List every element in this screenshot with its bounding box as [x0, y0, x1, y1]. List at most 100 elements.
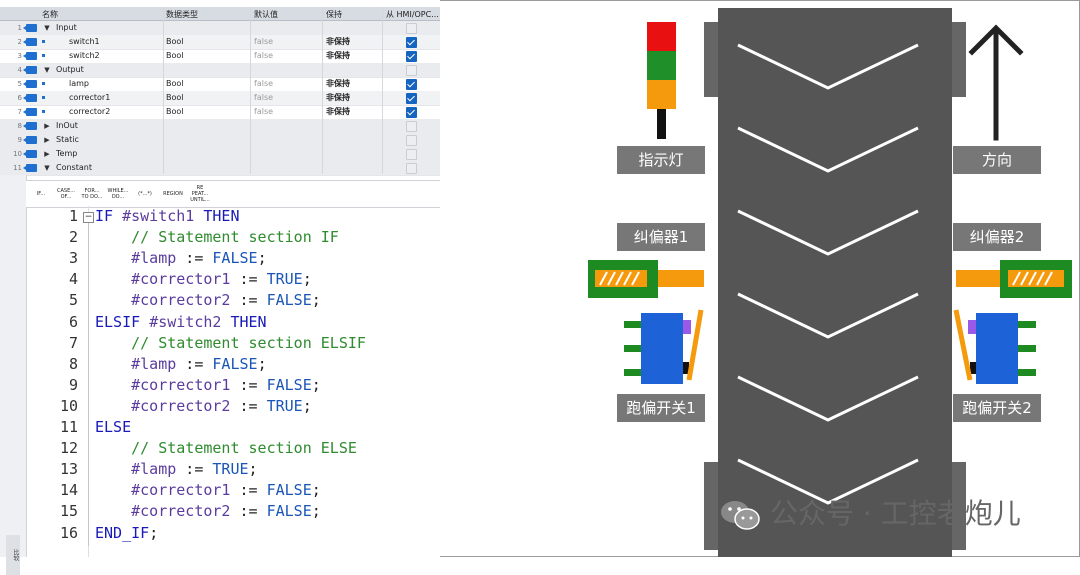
caret-down-icon[interactable]: ▼	[42, 63, 52, 77]
code-line[interactable]: IF #switch1 THEN	[95, 206, 240, 227]
variable-name[interactable]: corrector1	[69, 91, 161, 105]
watermark-text: 公众号 · 工控老炮儿	[770, 497, 1021, 530]
variable-datatype[interactable]: Bool	[166, 35, 248, 49]
code-line[interactable]: #lamp := FALSE;	[95, 248, 266, 269]
toolbar-instruction-button[interactable]: RE PEAT... UNTIL...	[188, 184, 212, 205]
code-line[interactable]: // Statement section ELSIF	[95, 333, 366, 354]
stack-light-green	[647, 51, 676, 80]
code-line[interactable]: ELSIF #switch2 THEN	[95, 312, 267, 333]
variable-datatype[interactable]: Bool	[166, 105, 248, 119]
table-section-row[interactable]: 8 ▶ InOut	[0, 119, 440, 134]
col-datatype-header[interactable]: 数据类型	[166, 9, 250, 20]
interface-icon	[23, 66, 37, 74]
variable-retain[interactable]: 非保持	[326, 105, 380, 119]
switch1-body	[641, 313, 683, 384]
toolbar-instruction-button[interactable]: FOR... TO DO...	[80, 184, 104, 208]
table-row[interactable]: 6 corrector1 Bool false 非保持	[0, 91, 440, 106]
hmi-checkbox[interactable]	[406, 51, 417, 62]
code-line[interactable]: #corrector2 := FALSE;	[95, 290, 321, 311]
hmi-checkbox[interactable]	[406, 121, 417, 132]
variable-datatype[interactable]: Bool	[166, 91, 248, 105]
caret-down-icon[interactable]: ▼	[42, 161, 52, 175]
table-section-row[interactable]: 11 ▼ Constant	[0, 161, 440, 176]
code-line[interactable]: #corrector1 := TRUE;	[95, 269, 312, 290]
variable-retain[interactable]: 非保持	[326, 77, 380, 91]
variable-name[interactable]: corrector2	[69, 105, 161, 119]
table-row[interactable]: 2 switch1 Bool false 非保持	[0, 35, 440, 50]
caret-down-icon[interactable]: ▼	[42, 21, 52, 35]
code-line[interactable]: #lamp := FALSE;	[95, 354, 266, 375]
fold-guide	[88, 214, 89, 546]
switch1-indicator	[683, 320, 691, 334]
variable-datatype[interactable]: Bool	[166, 49, 248, 63]
table-section-row[interactable]: 1 ▼ Input	[0, 21, 440, 36]
variable-datatype[interactable]: Bool	[166, 77, 248, 91]
table-section-row[interactable]: 9 ▶ Static	[0, 133, 440, 148]
code-line[interactable]: #corrector1 := FALSE;	[95, 375, 321, 396]
code-line[interactable]: #corrector2 := TRUE;	[95, 396, 312, 417]
hmi-checkbox[interactable]	[406, 79, 417, 90]
caret-right-icon[interactable]: ▶	[42, 119, 52, 133]
code-line[interactable]: #corrector2 := FALSE;	[95, 501, 321, 522]
code-line[interactable]: // Statement section ELSE	[95, 438, 357, 459]
line-number: 11	[59, 418, 78, 436]
hmi-checkbox[interactable]	[406, 163, 417, 174]
compare-side-tab[interactable]: 比较	[6, 535, 20, 575]
table-row[interactable]: 3 switch2 Bool false 非保持	[0, 49, 440, 64]
variable-default[interactable]: false	[254, 77, 320, 91]
row-number: 8	[17, 122, 22, 130]
toolbar-button-line: UNTIL...	[190, 197, 210, 203]
variable-default[interactable]: false	[254, 91, 320, 105]
col-hmi-header[interactable]: 从 HMI/OPC...	[386, 9, 440, 20]
row-number: 6	[17, 94, 22, 102]
ide-panel: 名称 数据类型 默认值 保持 从 HMI/OPC... 1 ▼ Input 2 swit…	[0, 0, 440, 575]
hmi-checkbox[interactable]	[406, 93, 417, 104]
line-number: 13	[59, 460, 78, 479]
variable-default[interactable]: false	[254, 49, 320, 63]
code-line[interactable]: #corrector1 := FALSE;	[95, 480, 321, 501]
code-line[interactable]: // Statement section IF	[95, 227, 339, 248]
variable-default[interactable]: false	[254, 105, 320, 119]
hmi-checkbox[interactable]	[406, 23, 417, 34]
roller-bottom-left	[704, 462, 720, 550]
direction-arrow-icon	[968, 24, 1024, 141]
section-name: Static	[56, 135, 79, 144]
code-line[interactable]: END_IF;	[95, 523, 158, 544]
fold-toggle-icon[interactable]: −	[83, 212, 94, 223]
hmi-checkbox[interactable]	[406, 135, 417, 146]
variable-name[interactable]: switch2	[69, 49, 161, 63]
variable-default[interactable]: false	[254, 35, 320, 49]
toolbar-instruction-button[interactable]: CASE... OF...	[54, 184, 78, 208]
hmi-checkbox[interactable]	[406, 65, 417, 76]
switch2-lever	[953, 309, 973, 381]
variable-retain[interactable]: 非保持	[326, 49, 380, 63]
toolbar-instruction-button[interactable]: WHILE... DO...	[106, 184, 130, 208]
col-retain-header[interactable]: 保持	[326, 9, 380, 20]
variable-name[interactable]: switch1	[69, 35, 161, 49]
section-name: Output	[56, 65, 84, 74]
table-section-row[interactable]: 10 ▶ Temp	[0, 147, 440, 162]
row-number: 10	[13, 150, 22, 158]
col-divider	[382, 7, 383, 174]
code-line[interactable]: ELSE	[95, 417, 131, 438]
hmi-checkbox[interactable]	[406, 37, 417, 48]
code-line[interactable]: #lamp := TRUE;	[95, 459, 257, 480]
variable-retain[interactable]: 非保持	[326, 35, 380, 49]
toolbar-button-line: DO...	[111, 194, 125, 200]
stack-light-orange	[647, 80, 676, 109]
switch2-body	[976, 313, 1018, 384]
line-number: 4	[68, 270, 78, 289]
table-row[interactable]: 5 lamp Bool false 非保持	[0, 77, 440, 92]
hmi-checkbox[interactable]	[406, 107, 417, 118]
caret-right-icon[interactable]: ▶	[42, 147, 52, 161]
lamp-label: 指示灯	[617, 146, 705, 174]
col-default-header[interactable]: 默认值	[254, 9, 320, 20]
col-name-header[interactable]: 名称	[42, 9, 162, 20]
table-row[interactable]: 7 corrector2 Bool false 非保持	[0, 105, 440, 120]
hmi-checkbox[interactable]	[406, 149, 417, 160]
variable-retain[interactable]: 非保持	[326, 91, 380, 105]
caret-right-icon[interactable]: ▶	[42, 133, 52, 147]
variable-name[interactable]: lamp	[69, 77, 161, 91]
line-number: 16	[59, 523, 78, 542]
table-section-row[interactable]: 4 ▼ Output	[0, 63, 440, 78]
